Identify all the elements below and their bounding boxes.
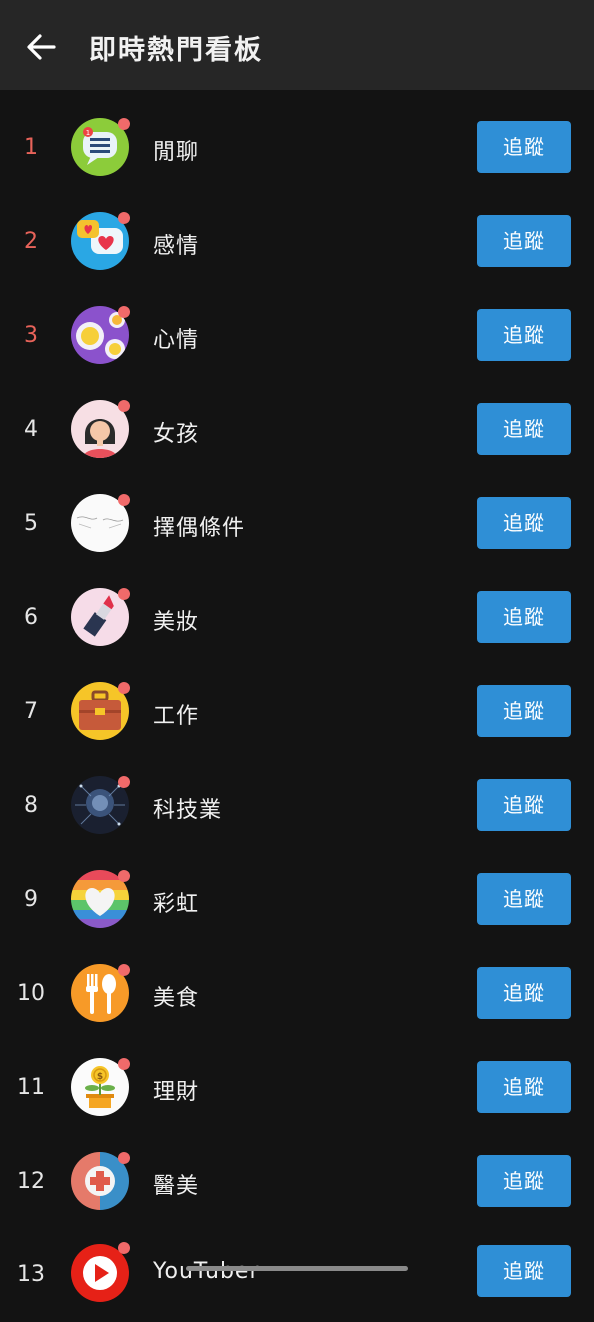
- page-title: 即時熱門看板: [89, 35, 263, 66]
- follow-button[interactable]: 追蹤: [477, 309, 571, 361]
- follow-button[interactable]: 追蹤: [477, 215, 571, 267]
- board-name: 感情: [153, 234, 200, 259]
- board-rank: 3: [24, 323, 38, 348]
- new-badge-dot: [118, 964, 130, 976]
- board-row[interactable]: 8 科技業 追蹤: [0, 758, 594, 852]
- new-badge-dot: [118, 118, 130, 130]
- follow-button[interactable]: 追蹤: [477, 497, 571, 549]
- follow-button[interactable]: 追蹤: [477, 403, 571, 455]
- board-name: 女孩: [153, 422, 200, 447]
- board-row[interactable]: 2 感情 追蹤: [0, 194, 594, 288]
- board-rank: 10: [17, 981, 45, 1006]
- new-badge-dot: [118, 776, 130, 788]
- home-indicator[interactable]: [186, 1266, 408, 1271]
- new-badge-dot: [118, 1152, 130, 1164]
- follow-button[interactable]: 追蹤: [477, 967, 571, 1019]
- board-name: 閒聊: [153, 140, 200, 165]
- new-badge-dot: [118, 212, 130, 224]
- board-row[interactable]: 7 工作 追蹤: [0, 664, 594, 758]
- board-row[interactable]: 10 美食 追蹤: [0, 946, 594, 1040]
- follow-button[interactable]: 追蹤: [477, 779, 571, 831]
- svg-text:$: $: [97, 1072, 103, 1082]
- follow-button[interactable]: 追蹤: [477, 1155, 571, 1207]
- board-rank: 9: [24, 887, 38, 912]
- svg-text:1: 1: [86, 129, 90, 137]
- board-name: 彩虹: [153, 892, 200, 917]
- new-badge-dot: [118, 682, 130, 694]
- board-row[interactable]: 12 醫美 追蹤: [0, 1134, 594, 1228]
- board-rank: 6: [24, 605, 38, 630]
- board-rank: 13: [17, 1262, 45, 1287]
- board-name: YouTuber: [153, 1259, 260, 1284]
- board-name: 心情: [153, 328, 200, 353]
- board-name: 美妝: [153, 610, 200, 635]
- board-name: 美食: [153, 986, 200, 1011]
- board-row[interactable]: 6 美妝 追蹤: [0, 570, 594, 664]
- follow-button[interactable]: 追蹤: [477, 1245, 571, 1297]
- new-badge-dot: [118, 1242, 130, 1254]
- follow-button[interactable]: 追蹤: [477, 1061, 571, 1113]
- board-rank: 7: [24, 699, 38, 724]
- follow-button[interactable]: 追蹤: [477, 873, 571, 925]
- follow-button[interactable]: 追蹤: [477, 121, 571, 173]
- arrow-left-icon[interactable]: [24, 30, 58, 64]
- board-name: 科技業: [153, 798, 223, 823]
- board-rank: 12: [17, 1169, 45, 1194]
- board-name: 理財: [153, 1080, 200, 1105]
- app-bar: 即時熱門看板: [0, 0, 594, 90]
- new-badge-dot: [118, 1058, 130, 1070]
- new-badge-dot: [118, 494, 130, 506]
- follow-button[interactable]: 追蹤: [477, 685, 571, 737]
- board-name: 擇偶條件: [153, 516, 246, 541]
- board-row[interactable]: 5 擇偶條件 追蹤: [0, 476, 594, 570]
- board-row[interactable]: 3 心情 追蹤: [0, 288, 594, 382]
- board-row[interactable]: 4 女孩 追蹤: [0, 382, 594, 476]
- board-rank: 11: [17, 1075, 45, 1100]
- follow-button[interactable]: 追蹤: [477, 591, 571, 643]
- board-row[interactable]: 1 1 閒聊 追蹤: [0, 100, 594, 194]
- board-rank: 4: [24, 417, 38, 442]
- board-row[interactable]: 11 $ 理財 追蹤: [0, 1040, 594, 1134]
- new-badge-dot: [118, 588, 130, 600]
- board-row[interactable]: 9 彩虹 追蹤: [0, 852, 594, 946]
- new-badge-dot: [118, 870, 130, 882]
- board-rank: 5: [24, 511, 38, 536]
- new-badge-dot: [118, 400, 130, 412]
- board-name: 醫美: [153, 1174, 200, 1199]
- board-rank: 1: [24, 135, 38, 160]
- board-rank: 8: [24, 793, 38, 818]
- board-rank: 2: [24, 229, 38, 254]
- new-badge-dot: [118, 306, 130, 318]
- board-row[interactable]: 13 YouTuber 追蹤: [0, 1228, 594, 1322]
- board-name: 工作: [153, 704, 200, 729]
